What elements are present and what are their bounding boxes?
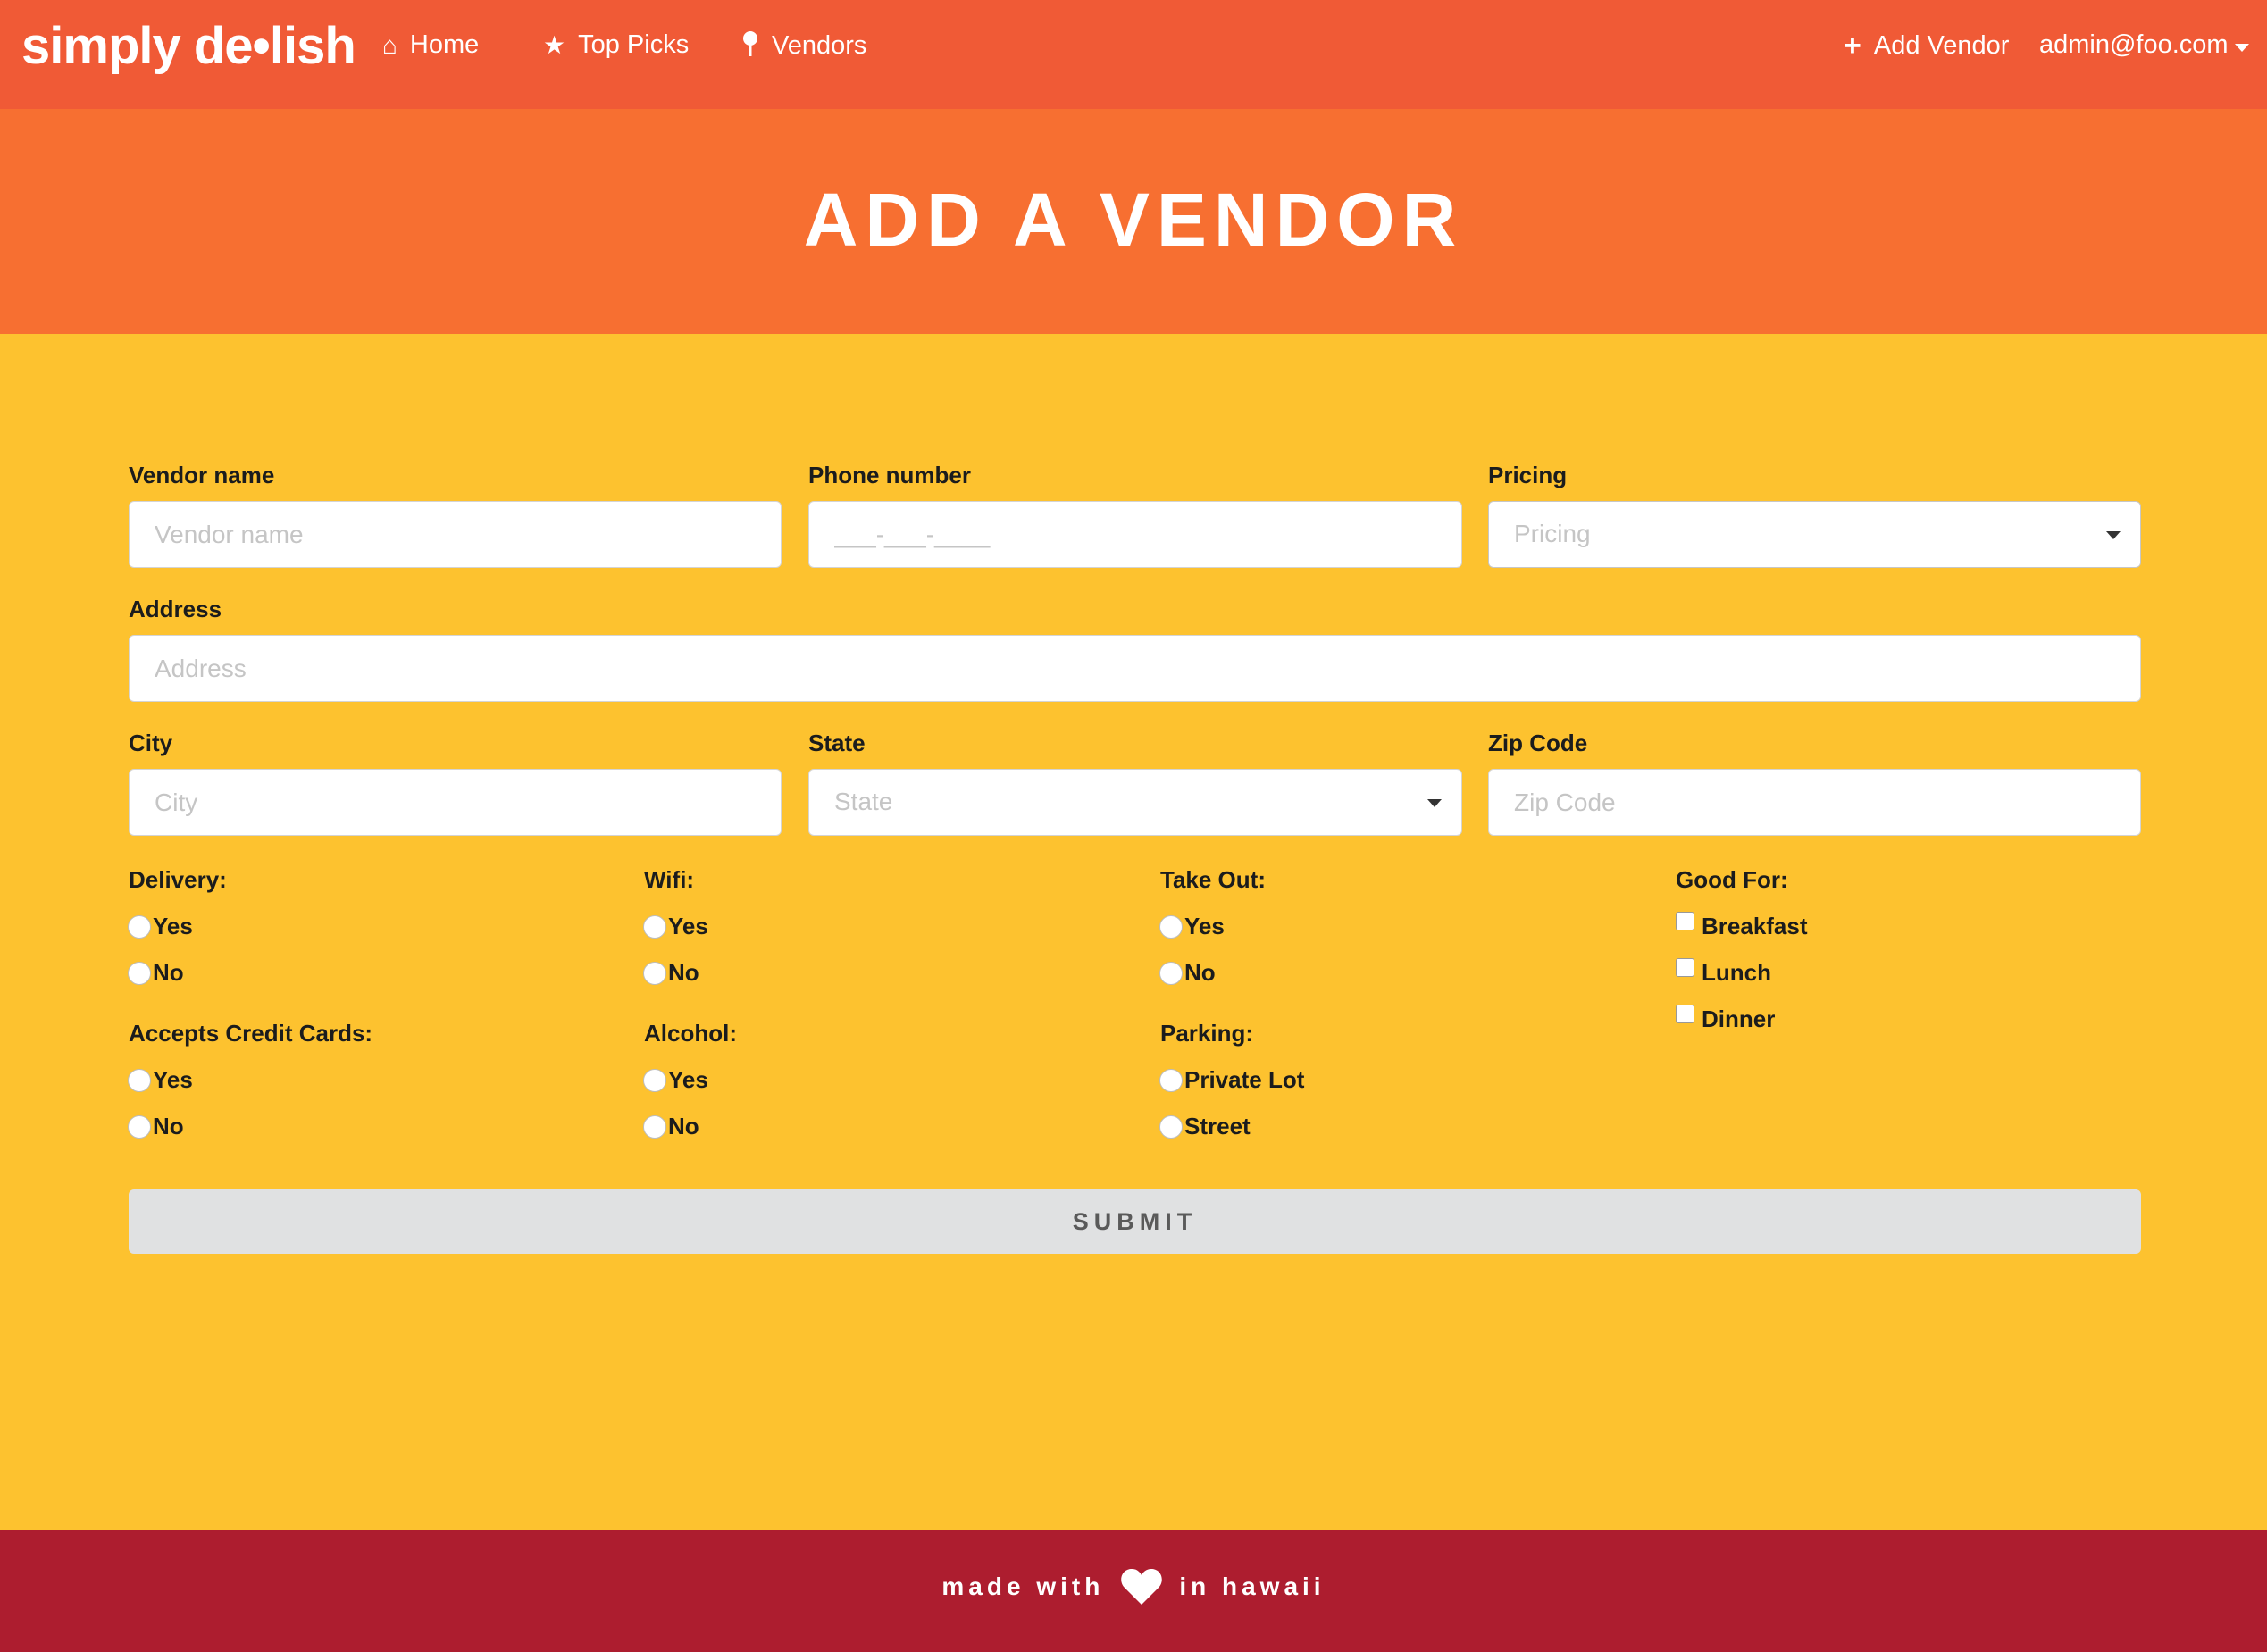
- good-for-breakfast[interactable]: Breakfast: [1676, 912, 1808, 940]
- city-label: City: [129, 730, 173, 756]
- state-label: State: [808, 730, 866, 756]
- credit-cards-no[interactable]: No: [128, 1113, 184, 1140]
- alcohol-label: Alcohol:: [644, 1020, 737, 1047]
- radio-button[interactable]: [1159, 1114, 1183, 1139]
- footer-text-before: made with: [941, 1573, 1105, 1600]
- address-label: Address: [129, 596, 222, 622]
- vendor-name-label: Vendor name: [129, 462, 275, 488]
- address-input[interactable]: [129, 635, 2141, 702]
- navbar: simply de•lish ⌂ Home ★ Top Picks Vendor…: [0, 0, 2267, 109]
- nav-home-label: Home: [409, 30, 480, 59]
- takeout-yes[interactable]: Yes: [1159, 913, 1225, 940]
- chevron-down-icon[interactable]: [2235, 44, 2249, 52]
- footer-text-after: in hawaii: [1179, 1573, 1326, 1600]
- zip-input[interactable]: [1488, 769, 2141, 836]
- radio-button[interactable]: [128, 1114, 151, 1139]
- good-for-lunch[interactable]: Lunch: [1676, 958, 1771, 987]
- option-label: No: [1184, 959, 1216, 986]
- nav-vendors[interactable]: Vendors: [741, 30, 866, 62]
- pricing-label: Pricing: [1488, 462, 1568, 488]
- takeout-label: Take Out:: [1160, 866, 1266, 893]
- nav-home[interactable]: ⌂ Home: [382, 30, 479, 60]
- hero-banner: ADD A VENDOR: [0, 109, 2267, 334]
- radio-button[interactable]: [643, 1068, 666, 1092]
- dropdown-caret-icon: [1427, 799, 1442, 807]
- option-label: Yes: [1184, 913, 1225, 939]
- add-vendor-link[interactable]: + Add Vendor: [1844, 30, 2009, 61]
- wifi-yes[interactable]: Yes: [643, 913, 708, 940]
- brand-logo[interactable]: simply de•lish: [21, 16, 356, 76]
- takeout-no[interactable]: No: [1159, 959, 1216, 987]
- option-label: No: [153, 1113, 184, 1139]
- parking-street[interactable]: Street: [1159, 1113, 1251, 1140]
- radio-button[interactable]: [643, 914, 666, 939]
- radio-button[interactable]: [1159, 961, 1183, 985]
- zip-label: Zip Code: [1488, 730, 1588, 756]
- option-label: Dinner: [1702, 1005, 1776, 1032]
- heart-icon: [1121, 1568, 1163, 1605]
- radio-button[interactable]: [128, 961, 151, 985]
- state-select[interactable]: State: [808, 769, 1462, 836]
- radio-button[interactable]: [128, 914, 151, 939]
- option-label: Breakfast: [1702, 913, 1808, 939]
- delivery-label: Delivery:: [129, 866, 227, 893]
- option-label: Yes: [668, 1066, 708, 1093]
- phone-input[interactable]: [808, 501, 1462, 568]
- pricing-select[interactable]: Pricing: [1488, 501, 2141, 568]
- radio-button[interactable]: [128, 1068, 151, 1092]
- city-input[interactable]: [129, 769, 782, 836]
- checkbox[interactable]: [1676, 1005, 1694, 1023]
- home-icon: ⌂: [382, 30, 397, 59]
- option-label: No: [668, 1113, 699, 1139]
- option-label: Street: [1184, 1113, 1251, 1139]
- state-placeholder: State: [834, 788, 893, 815]
- radio-button[interactable]: [643, 1114, 666, 1139]
- phone-label: Phone number: [808, 462, 972, 488]
- option-label: Yes: [153, 913, 193, 939]
- alcohol-no[interactable]: No: [643, 1113, 699, 1140]
- plus-icon: +: [1844, 29, 1861, 63]
- credit-cards-yes[interactable]: Yes: [128, 1066, 193, 1094]
- submit-button[interactable]: SUBMIT: [129, 1189, 2141, 1254]
- checkbox[interactable]: [1676, 912, 1694, 930]
- wifi-label: Wifi:: [644, 866, 695, 893]
- dropdown-caret-icon: [2106, 531, 2121, 539]
- delivery-no[interactable]: No: [128, 959, 184, 987]
- footer: made with in hawaii: [0, 1530, 2267, 1652]
- user-menu[interactable]: admin@foo.com: [2039, 30, 2229, 60]
- good-for-dinner[interactable]: Dinner: [1676, 1005, 1775, 1033]
- parking-label: Parking:: [1160, 1020, 1254, 1047]
- wifi-no[interactable]: No: [643, 959, 699, 987]
- checkbox[interactable]: [1676, 958, 1694, 977]
- map-pin-icon: [741, 30, 759, 62]
- option-label: Lunch: [1702, 959, 1771, 986]
- nav-vendors-label: Vendors: [772, 31, 867, 60]
- radio-button[interactable]: [1159, 1068, 1183, 1092]
- nav-top-picks[interactable]: ★ Top Picks: [543, 30, 689, 60]
- user-email: admin@foo.com: [2039, 30, 2229, 59]
- alcohol-yes[interactable]: Yes: [643, 1066, 708, 1094]
- add-vendor-label: Add Vendor: [1873, 30, 2010, 60]
- option-label: No: [668, 959, 699, 986]
- good-for-label: Good For:: [1676, 866, 1788, 893]
- delivery-yes[interactable]: Yes: [128, 913, 193, 940]
- option-label: No: [153, 959, 184, 986]
- page-title: ADD A VENDOR: [803, 178, 1464, 262]
- option-label: Private Lot: [1184, 1066, 1305, 1093]
- nav-top-picks-label: Top Picks: [578, 30, 690, 59]
- credit-cards-label: Accepts Credit Cards:: [129, 1020, 373, 1047]
- radio-button[interactable]: [1159, 914, 1183, 939]
- parking-private-lot[interactable]: Private Lot: [1159, 1066, 1304, 1094]
- vendor-name-input[interactable]: [129, 501, 782, 568]
- radio-button[interactable]: [643, 961, 666, 985]
- pricing-placeholder: Pricing: [1514, 520, 1591, 547]
- star-icon: ★: [543, 30, 566, 59]
- option-label: Yes: [153, 1066, 193, 1093]
- option-label: Yes: [668, 913, 708, 939]
